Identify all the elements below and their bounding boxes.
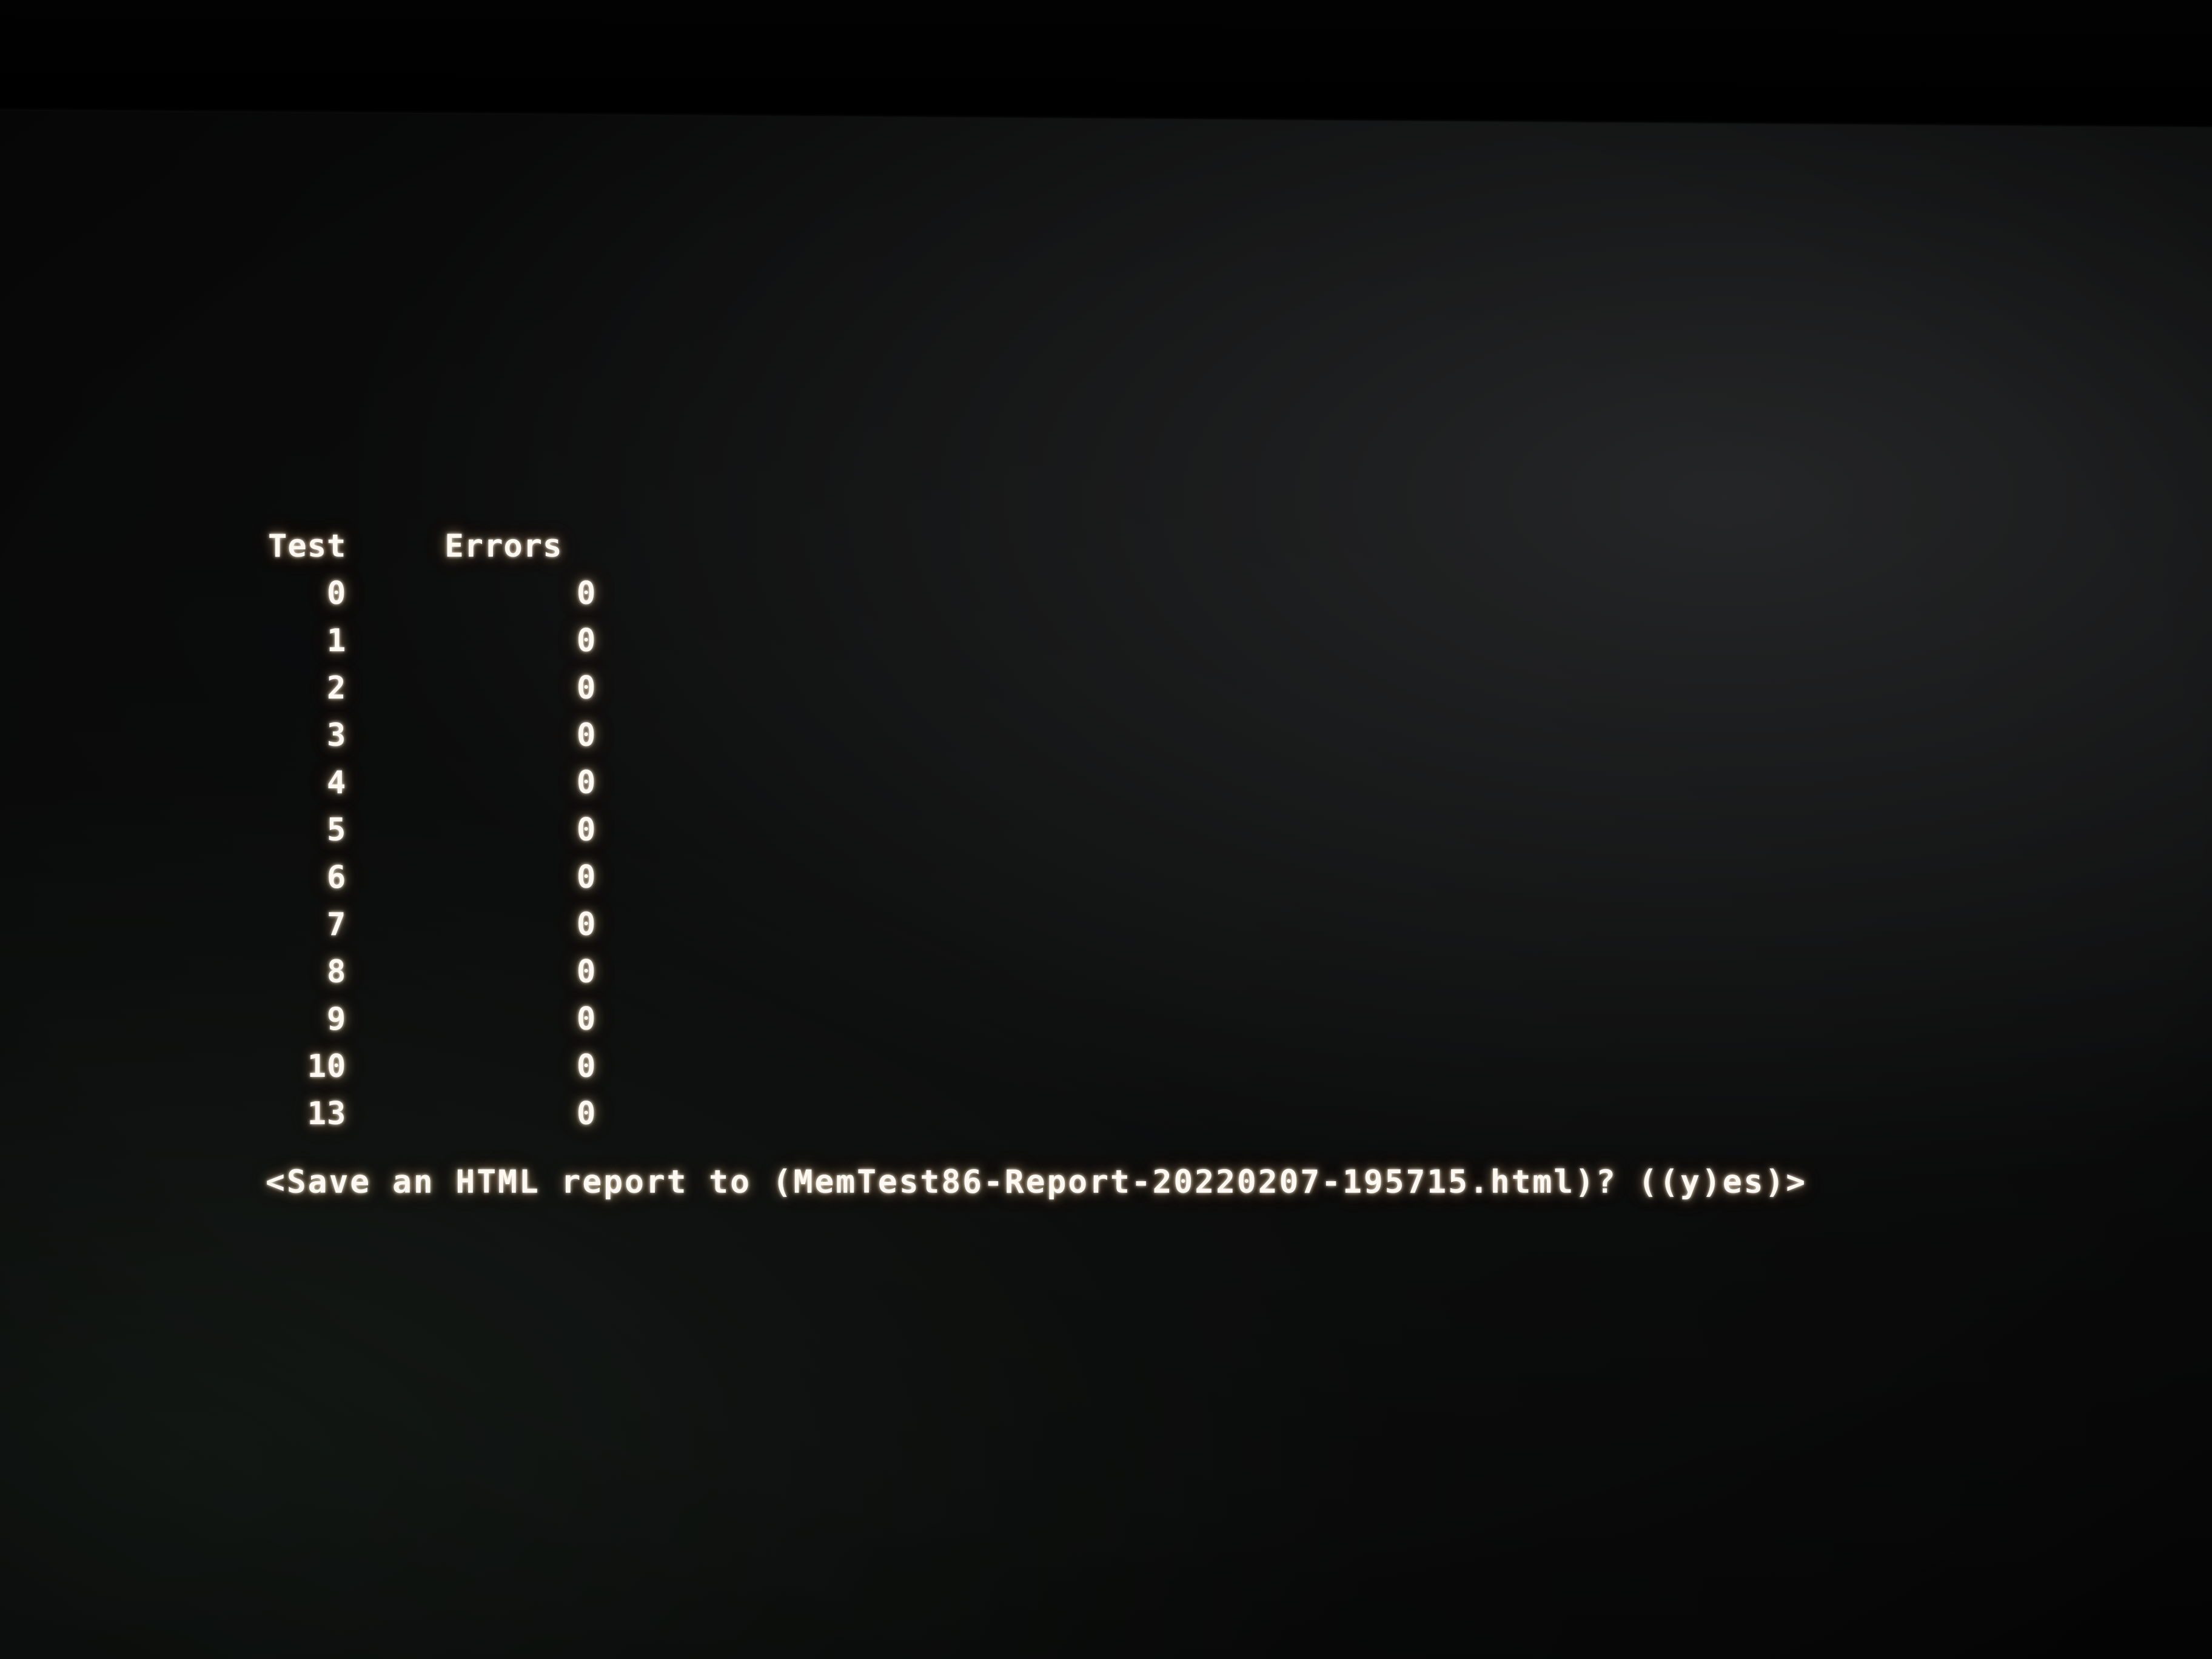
table-row: 1 0 [267,617,596,665]
cell-spacer [346,901,436,948]
save-report-prompt[interactable]: <Save an HTML report to (MemTest86-Repor… [266,1159,1807,1205]
cell-error-count: 0 [577,859,597,896]
table-body: 0 0 1 0 2 0 3 0 4 0 5 0 6 0 7 0 8 0 9 0 … [267,570,596,1138]
column-header-test: Test [268,528,347,565]
table-row: 13 0 [267,1090,596,1138]
cell-test-number: 13 [307,1096,347,1132]
table-row: 2 0 [267,665,596,712]
cell-spacer [346,570,436,617]
cell-test-number: 7 [327,907,347,943]
console-text-area: Test Errors 0 0 1 0 2 0 3 0 4 0 5 0 6 0 … [0,0,2212,1659]
cell-error-count: 0 [577,717,597,754]
table-row: 7 0 [267,901,596,948]
cell-spacer [346,617,436,665]
cell-error-count: 0 [577,575,597,612]
cell-test-number: 10 [307,1048,347,1085]
table-row: 4 0 [267,759,596,806]
cell-spacer [346,1090,436,1138]
cell-spacer [346,854,436,901]
cell-error-count: 0 [577,812,597,848]
cell-error-count: 0 [577,954,597,990]
cell-spacer [346,665,436,712]
cell-test-number: 0 [327,575,347,612]
cell-test-number: 6 [327,859,347,896]
cell-spacer [346,806,436,854]
cell-test-number: 3 [327,717,347,754]
table-row: 3 0 [267,712,596,759]
test-results-table: Test Errors 0 0 1 0 2 0 3 0 4 0 5 0 6 0 … [267,523,596,1138]
cell-error-count: 0 [577,1096,597,1132]
cell-error-count: 0 [577,670,597,706]
cell-spacer [346,759,436,806]
table-row: 0 0 [267,570,596,617]
cell-spacer [346,1043,436,1090]
cell-test-number: 5 [327,812,347,848]
table-header-row: Test Errors [267,523,596,570]
table-row: 9 0 [267,996,596,1043]
cell-test-number: 9 [327,1001,347,1037]
cell-error-count: 0 [577,907,597,943]
column-header-errors: Errors [444,528,563,565]
cell-spacer [346,712,436,759]
cell-spacer [346,948,436,996]
column-spacer [346,523,436,570]
cell-test-number: 2 [327,670,347,706]
table-row: 8 0 [267,948,596,996]
table-row: 6 0 [267,854,596,901]
cell-error-count: 0 [577,1048,597,1085]
table-header: Test Errors [267,523,596,570]
cell-error-count: 0 [577,1001,597,1037]
cell-test-number: 8 [327,954,347,990]
table-row: 5 0 [267,806,596,854]
cell-error-count: 0 [577,623,597,659]
table-row: 10 0 [267,1043,596,1090]
memtest86-screen-photo: Test Errors 0 0 1 0 2 0 3 0 4 0 5 0 6 0 … [0,0,2212,1659]
cell-test-number: 1 [327,623,347,659]
cell-error-count: 0 [577,765,597,801]
cell-test-number: 4 [327,765,347,801]
cell-spacer [346,996,436,1043]
